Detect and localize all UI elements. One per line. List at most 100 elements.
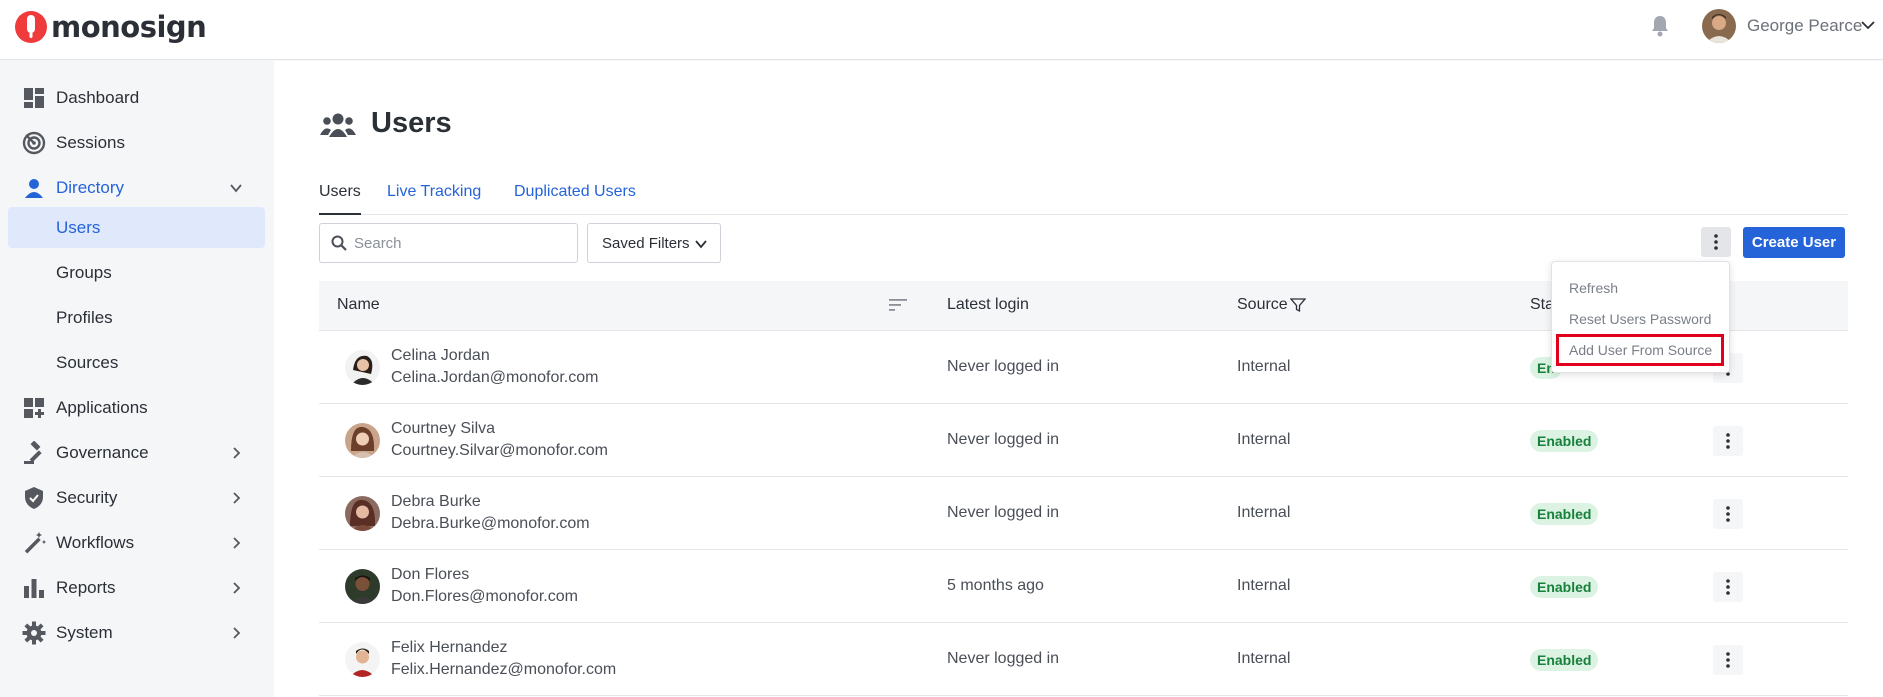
- sidebar-item-label: Applications: [56, 397, 148, 417]
- tab-duplicated-users[interactable]: Duplicated Users: [514, 183, 636, 201]
- table-row[interactable]: Debra Burke Debra.Burke@monofor.com Neve…: [319, 477, 1848, 550]
- user-email: Don.Flores@monofor.com: [391, 588, 578, 605]
- latest-login: 5 months ago: [947, 577, 1044, 594]
- sidebar-item-dashboard[interactable]: Dashboard: [8, 77, 265, 118]
- table-row[interactable]: Courtney Silva Courtney.Silvar@monofor.c…: [319, 404, 1848, 477]
- tab-bar: Users Live Tracking Duplicated Users: [319, 171, 1848, 215]
- sidebar-item-label: Directory: [56, 177, 125, 197]
- page-title: Users: [371, 107, 452, 139]
- menu-item-refresh[interactable]: Refresh: [1569, 280, 1618, 296]
- bell-icon[interactable]: [1649, 14, 1671, 38]
- chevron-right-icon: [233, 491, 241, 504]
- sidebar-item-security[interactable]: Security: [8, 477, 265, 518]
- sidebar-item-label: Profiles: [56, 307, 113, 327]
- gavel-icon: [24, 440, 42, 464]
- sidebar-item-system[interactable]: System: [8, 612, 265, 653]
- user-icon: [25, 178, 43, 198]
- chevron-down-icon: [695, 240, 707, 249]
- column-source[interactable]: Source: [1237, 296, 1288, 314]
- avatar: [345, 350, 380, 385]
- more-actions-button[interactable]: [1701, 227, 1731, 257]
- table-row[interactable]: Don Flores Don.Flores@monofor.com 5 mont…: [319, 550, 1848, 623]
- sidebar-item-users[interactable]: Users: [8, 207, 265, 248]
- user-email: Courtney.Silvar@monofor.com: [391, 442, 608, 459]
- sidebar-item-sources[interactable]: Sources: [8, 342, 265, 383]
- user-name: Courtney Silva: [391, 420, 496, 437]
- chevron-down-icon[interactable]: [1860, 19, 1876, 31]
- main-content: Users Users Live Tracking Duplicated Use…: [274, 61, 1883, 697]
- search-icon: [331, 235, 347, 251]
- avatar-photo-icon: [345, 642, 380, 677]
- dashboard-icon: [24, 87, 44, 108]
- sidebar-item-label: Sessions: [56, 132, 125, 152]
- sidebar-item-groups[interactable]: Groups: [8, 252, 265, 293]
- sidebar-item-workflows[interactable]: Workflows: [8, 522, 265, 563]
- column-latest-login[interactable]: Latest login: [947, 296, 1029, 314]
- kebab-icon: [1726, 652, 1730, 668]
- saved-filters-label: Saved Filters: [602, 235, 690, 252]
- row-actions-button[interactable]: [1713, 572, 1743, 602]
- chevron-right-icon: [233, 446, 241, 459]
- tab-users[interactable]: Users: [319, 183, 361, 201]
- avatar-photo-icon: [345, 569, 380, 604]
- status-badge: Enabled: [1530, 430, 1599, 452]
- sidebar-item-label: Governance: [56, 442, 149, 462]
- top-bar: monosign George Pearce: [0, 0, 1883, 60]
- sort-icon[interactable]: [889, 298, 907, 312]
- user-source: Internal: [1237, 358, 1291, 375]
- user-source: Internal: [1237, 577, 1291, 594]
- sidebar-item-governance[interactable]: Governance: [8, 432, 265, 473]
- user-email: Felix.Hernandez@monofor.com: [391, 661, 617, 678]
- sidebar-item-label: Groups: [56, 262, 112, 282]
- sidebar: Dashboard Sessions Directory Users Group…: [0, 61, 274, 697]
- kebab-icon: [1726, 506, 1730, 522]
- row-actions-button[interactable]: [1713, 499, 1743, 529]
- sidebar-item-label: Workflows: [56, 532, 135, 552]
- kebab-icon: [1726, 579, 1730, 595]
- applications-icon: [24, 397, 44, 418]
- brand-name: monosign: [51, 10, 207, 44]
- saved-filters-dropdown[interactable]: Saved Filters: [587, 223, 721, 263]
- status-badge: Enabled: [1530, 576, 1599, 598]
- sidebar-item-applications[interactable]: Applications: [8, 387, 265, 428]
- sidebar-item-sessions[interactable]: Sessions: [8, 122, 265, 163]
- search-input[interactable]: [354, 232, 569, 254]
- kebab-icon: [1726, 433, 1730, 449]
- sidebar-item-directory[interactable]: Directory: [8, 167, 265, 208]
- chevron-right-icon: [233, 581, 241, 594]
- chevron-down-icon: [230, 183, 242, 192]
- sidebar-item-profiles[interactable]: Profiles: [8, 297, 265, 338]
- column-name[interactable]: Name: [337, 296, 380, 314]
- user-name[interactable]: George Pearce: [1747, 16, 1862, 36]
- avatar: [345, 642, 380, 677]
- chevron-right-icon: [233, 536, 241, 549]
- table-row[interactable]: Felix Hernandez Felix.Hernandez@monofor.…: [319, 623, 1848, 696]
- active-tab-indicator: [319, 213, 361, 215]
- search-box: [319, 223, 578, 263]
- highlight-box: [1556, 334, 1724, 366]
- bar-chart-icon: [24, 578, 44, 598]
- row-actions-button[interactable]: [1713, 645, 1743, 675]
- filter-icon[interactable]: [1290, 297, 1306, 313]
- create-user-button[interactable]: Create User: [1743, 227, 1845, 258]
- user-email: Celina.Jordan@monofor.com: [391, 369, 599, 386]
- sidebar-item-reports[interactable]: Reports: [8, 567, 265, 608]
- user-source: Internal: [1237, 650, 1291, 667]
- user-email: Debra.Burke@monofor.com: [391, 515, 590, 532]
- avatar: [345, 496, 380, 531]
- user-name: Celina Jordan: [391, 347, 490, 364]
- avatar-photo-icon: [345, 496, 380, 531]
- menu-item-reset-users-password[interactable]: Reset Users Password: [1569, 311, 1711, 327]
- latest-login: Never logged in: [947, 650, 1060, 667]
- avatar[interactable]: [1702, 9, 1736, 43]
- user-source: Internal: [1237, 504, 1291, 521]
- users-group-icon: [320, 113, 356, 137]
- tab-live-tracking[interactable]: Live Tracking: [387, 183, 481, 201]
- user-name: Debra Burke: [391, 493, 481, 510]
- sidebar-item-label: Reports: [56, 577, 116, 597]
- sidebar-item-label: Users: [56, 217, 101, 237]
- gear-icon: [22, 621, 46, 644]
- row-actions-button[interactable]: [1713, 426, 1743, 456]
- brand-logo[interactable]: monosign: [14, 10, 207, 44]
- sidebar-item-label: Security: [56, 487, 118, 507]
